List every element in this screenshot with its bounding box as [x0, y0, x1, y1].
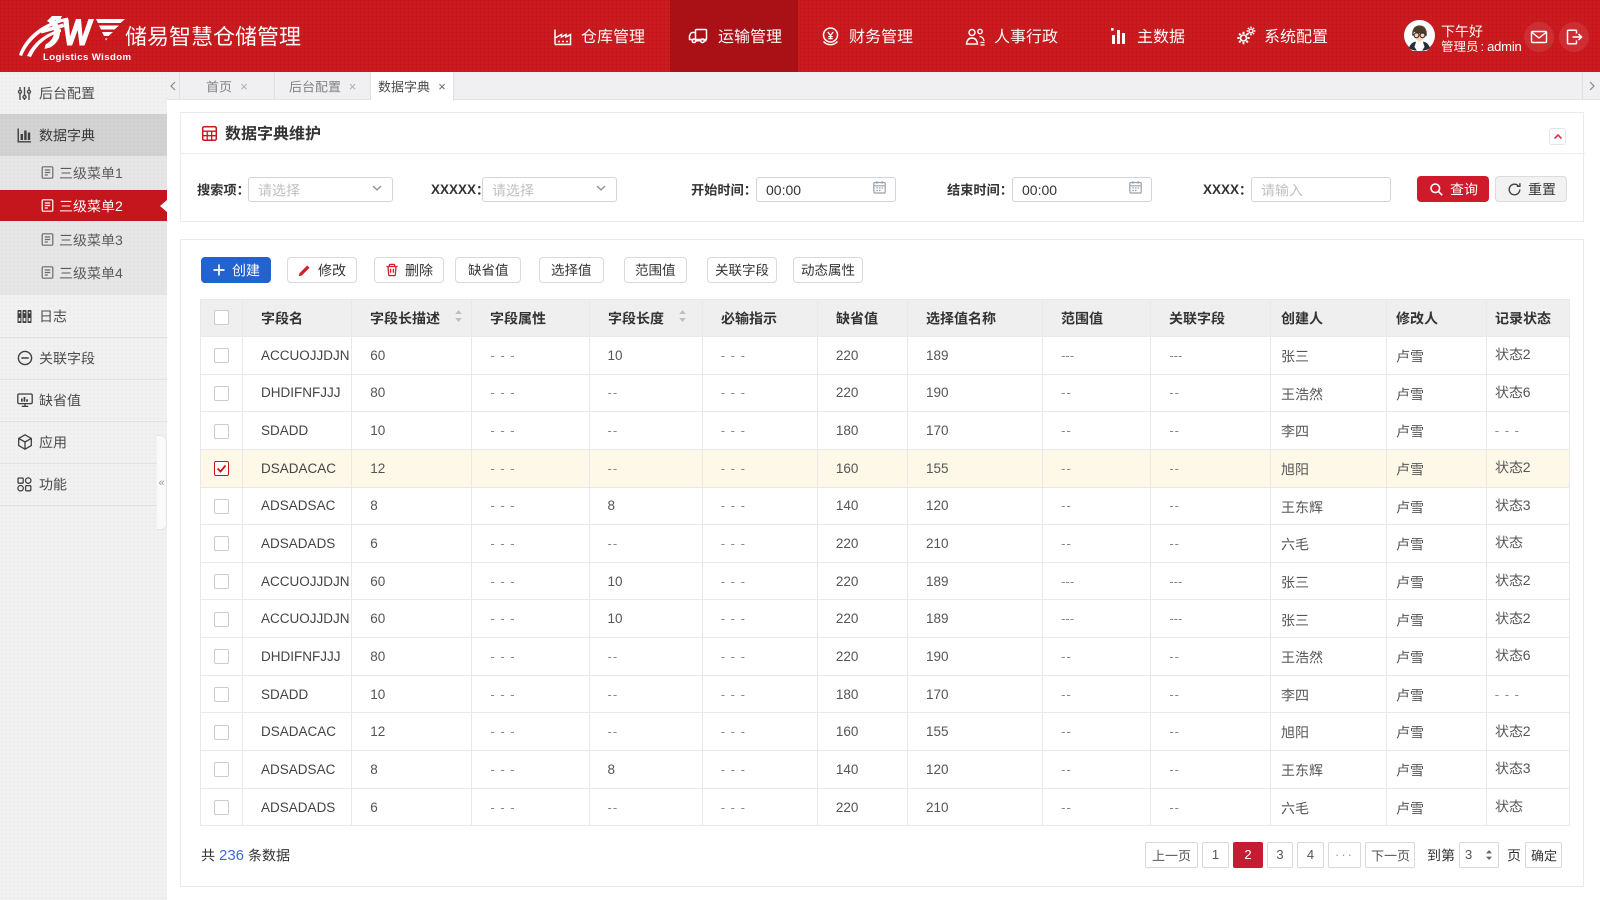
svg-text:Logistics Wisdom: Logistics Wisdom — [43, 52, 131, 63]
